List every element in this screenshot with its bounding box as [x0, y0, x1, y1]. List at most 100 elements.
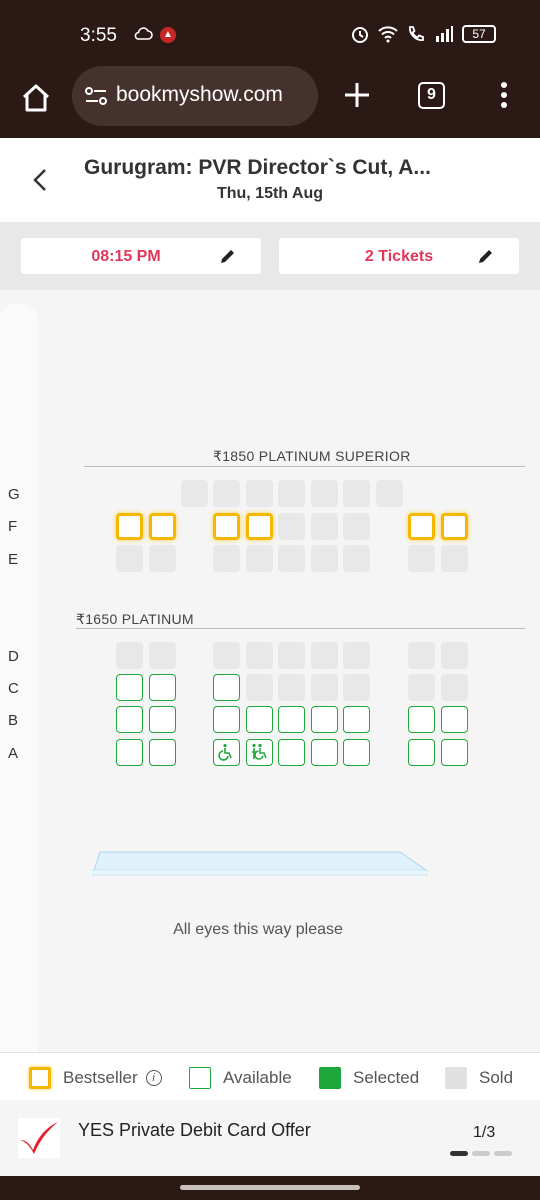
home-icon[interactable]: [18, 80, 54, 116]
available-seat[interactable]: [116, 739, 143, 766]
sold-seat: [311, 642, 338, 669]
available-seat[interactable]: [408, 739, 435, 766]
show-date: Thu, 15th Aug: [216, 185, 324, 202]
legend-sold: Sold: [445, 1067, 513, 1089]
available-seat[interactable]: [343, 739, 370, 766]
signal-icon: [436, 26, 453, 42]
sold-seat: [441, 642, 468, 669]
url-text[interactable]: bookmyshow.com: [116, 83, 283, 107]
sold-seat: [213, 642, 240, 669]
sold-seat: [376, 480, 403, 507]
battery-icon: 57: [462, 25, 496, 43]
new-tab-icon[interactable]: [342, 80, 372, 110]
available-seat[interactable]: [246, 706, 273, 733]
bestseller-seat[interactable]: [441, 513, 468, 540]
legend-available: Available: [189, 1067, 292, 1089]
carousel-dot[interactable]: [472, 1151, 490, 1156]
available-seat[interactable]: [441, 739, 468, 766]
available-seat[interactable]: [311, 706, 338, 733]
wheelchair-icon: [218, 743, 232, 761]
sold-seat: [116, 545, 143, 572]
available-swatch: [189, 1067, 211, 1089]
legend-selected: Selected: [319, 1067, 419, 1089]
showtime-selector[interactable]: 08:15 PM: [21, 238, 261, 274]
sold-seat: [278, 545, 305, 572]
sold-seat: [311, 674, 338, 701]
legend-available-label: Available: [223, 1068, 292, 1087]
sold-seat: [311, 513, 338, 540]
section-title-platinum: ₹1650 PLATINUM: [76, 611, 194, 627]
row-label-c: C: [8, 680, 19, 697]
available-seat[interactable]: [441, 706, 468, 733]
show-selector-bar: 08:15 PM 2 Tickets: [0, 222, 540, 290]
system-nav-bar: [0, 1176, 540, 1200]
edit-pencil-icon[interactable]: [477, 247, 495, 265]
row-label-strip: [0, 304, 38, 1052]
bestseller-seat[interactable]: [213, 513, 240, 540]
bestseller-seat[interactable]: [116, 513, 143, 540]
row-label-f: F: [8, 518, 18, 535]
sold-seat: [311, 545, 338, 572]
status-time: 3:55: [80, 25, 117, 46]
available-seat[interactable]: [213, 674, 240, 701]
sold-seat: [213, 545, 240, 572]
sold-seat: [213, 480, 240, 507]
available-seat[interactable]: [311, 739, 338, 766]
address-bar[interactable]: bookmyshow.com: [72, 66, 318, 126]
sold-seat: [278, 674, 305, 701]
available-seat[interactable]: [278, 706, 305, 733]
available-seat[interactable]: [213, 706, 240, 733]
sold-seat: [246, 674, 273, 701]
available-seat[interactable]: [116, 706, 143, 733]
available-seat[interactable]: [149, 706, 176, 733]
sold-seat: [311, 480, 338, 507]
sold-seat: [149, 545, 176, 572]
site-settings-icon[interactable]: [84, 86, 108, 106]
bestseller-seat[interactable]: [408, 513, 435, 540]
status-bar: 3:55 ▲ 57: [0, 0, 540, 68]
edit-pencil-icon[interactable]: [219, 247, 237, 265]
bestseller-seat[interactable]: [149, 513, 176, 540]
sold-seat: [116, 642, 143, 669]
page-header: Gurugram: PVR Director`s Cut, A... Thu, …: [0, 138, 540, 222]
carousel-dot[interactable]: [494, 1151, 512, 1156]
legend-sold-label: Sold: [479, 1068, 514, 1087]
available-seat[interactable]: [149, 739, 176, 766]
section-divider: [84, 466, 525, 467]
available-seat[interactable]: [213, 739, 240, 766]
selected-swatch: [319, 1067, 341, 1089]
bestseller-seat[interactable]: [246, 513, 273, 540]
gesture-handle[interactable]: [180, 1185, 360, 1190]
browser-toolbar: bookmyshow.com 9: [0, 66, 540, 138]
carousel-dot[interactable]: [450, 1151, 468, 1156]
sold-seat: [149, 642, 176, 669]
sold-seat: [181, 480, 208, 507]
available-seat[interactable]: [278, 739, 305, 766]
row-label-e: E: [8, 551, 19, 568]
bank-logo-icon: [18, 1118, 60, 1158]
available-seat[interactable]: [116, 674, 143, 701]
available-seat[interactable]: [408, 706, 435, 733]
available-seat[interactable]: [149, 674, 176, 701]
cloud-icon: [134, 27, 153, 40]
legend-selected-label: Selected: [353, 1068, 420, 1087]
offer-title[interactable]: YES Private Debit Card Offer: [78, 1120, 311, 1141]
bestseller-swatch: [29, 1067, 51, 1089]
sold-seat: [278, 480, 305, 507]
seat-layout: ₹1850 PLATINUM SUPERIOR G F E ₹1650 PLAT…: [0, 290, 540, 1052]
alert-icon: ▲: [160, 27, 176, 43]
section-title-platinum-superior: ₹1850 PLATINUM SUPERIOR: [213, 448, 411, 464]
ticket-count-selector[interactable]: 2 Tickets: [279, 238, 519, 274]
available-seat[interactable]: [343, 706, 370, 733]
tab-switcher-button[interactable]: 9: [418, 82, 445, 109]
row-label-g: G: [8, 486, 20, 503]
sold-seat: [278, 642, 305, 669]
sold-seat: [343, 545, 370, 572]
legend-bestseller-label: Bestseller: [63, 1068, 138, 1087]
sold-seat: [246, 480, 273, 507]
info-icon[interactable]: i: [145, 1070, 162, 1086]
more-menu-icon[interactable]: [494, 80, 514, 110]
offer-banner[interactable]: YES Private Debit Card Offer 1/3: [0, 1100, 540, 1176]
page-title: Gurugram: PVR Director`s Cut, A...: [84, 156, 431, 179]
available-seat[interactable]: [246, 739, 273, 766]
